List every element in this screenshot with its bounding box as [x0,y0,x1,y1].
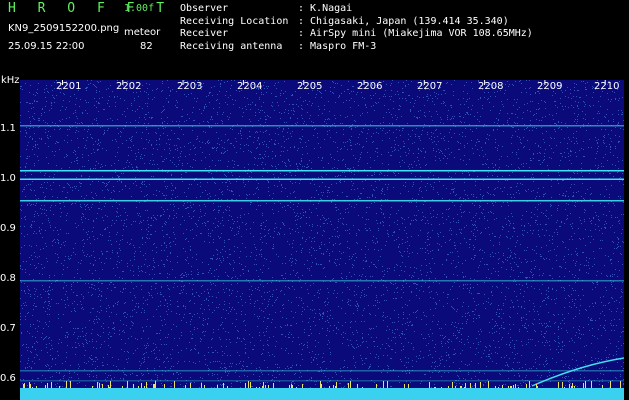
x-tick-label: 2207 [417,81,443,92]
info-value: : K.Nagai [298,3,353,14]
info-key: Receiving antenna [180,40,283,52]
carrier-line [20,178,624,180]
x-tick-label: 2208 [478,81,504,92]
x-tick-label: 2210 [594,81,620,92]
meteor-label: meteor [124,27,161,38]
y-tick-label: 1.0 [0,173,16,184]
meteor-count: 82 [140,41,153,52]
info-key: Receiving Location [180,15,289,27]
x-tick-label: 2209 [537,81,563,92]
info-row-antenna: Receiving antenna : Maspro FM-3 [180,41,533,54]
y-tick-label: 0.6 [0,373,16,384]
x-tick-label: 2203 [177,81,203,92]
y-axis-unit: kHz [1,75,20,86]
carrier-line [20,370,624,372]
info-key: Receiver [180,28,229,39]
date-time: 25.09.15 22:00 [8,41,85,52]
carrier-line [20,125,624,127]
header-panel: H R O F F T 1.00f KN9_2509152200.png met… [0,0,629,78]
y-tick-label: 0.9 [0,223,16,234]
station-info: Observer : K.Nagai Receiving Location : Ch… [180,3,533,53]
y-tick-label: 1.1 [0,123,16,134]
carrier-line [20,280,624,282]
app-version: 1.00f [124,3,155,14]
spectrogram [20,80,624,392]
noise-band [20,388,624,400]
carrier-line [20,200,624,202]
x-tick-label: 2206 [357,81,383,92]
x-tick-label: 2205 [297,81,323,92]
info-value: : Chigasaki, Japan (139.414 35.340) [298,15,509,27]
info-row-observer: Observer : K.Nagai [180,3,533,16]
file-name: KN9_2509152200.png [8,23,120,34]
y-tick-label: 0.8 [0,273,16,284]
y-tick-label: 0.7 [0,323,16,334]
spectrogram-canvas [20,80,624,392]
x-tick-label: 2204 [237,81,263,92]
info-row-receiver: Receiver : AirSpy mini (Miakejima VOR 108… [180,28,533,41]
info-row-location: Receiving Location : Chigasaki, Japan (13… [180,16,533,29]
x-tick-label: 2202 [116,81,142,92]
info-value: : AirSpy mini (Miakejima VOR 108.65MHz) [298,28,533,39]
info-value: : Maspro FM-3 [298,40,377,52]
carrier-line [20,170,624,172]
info-key: Observer [180,3,229,14]
x-tick-label: 2201 [56,81,82,92]
